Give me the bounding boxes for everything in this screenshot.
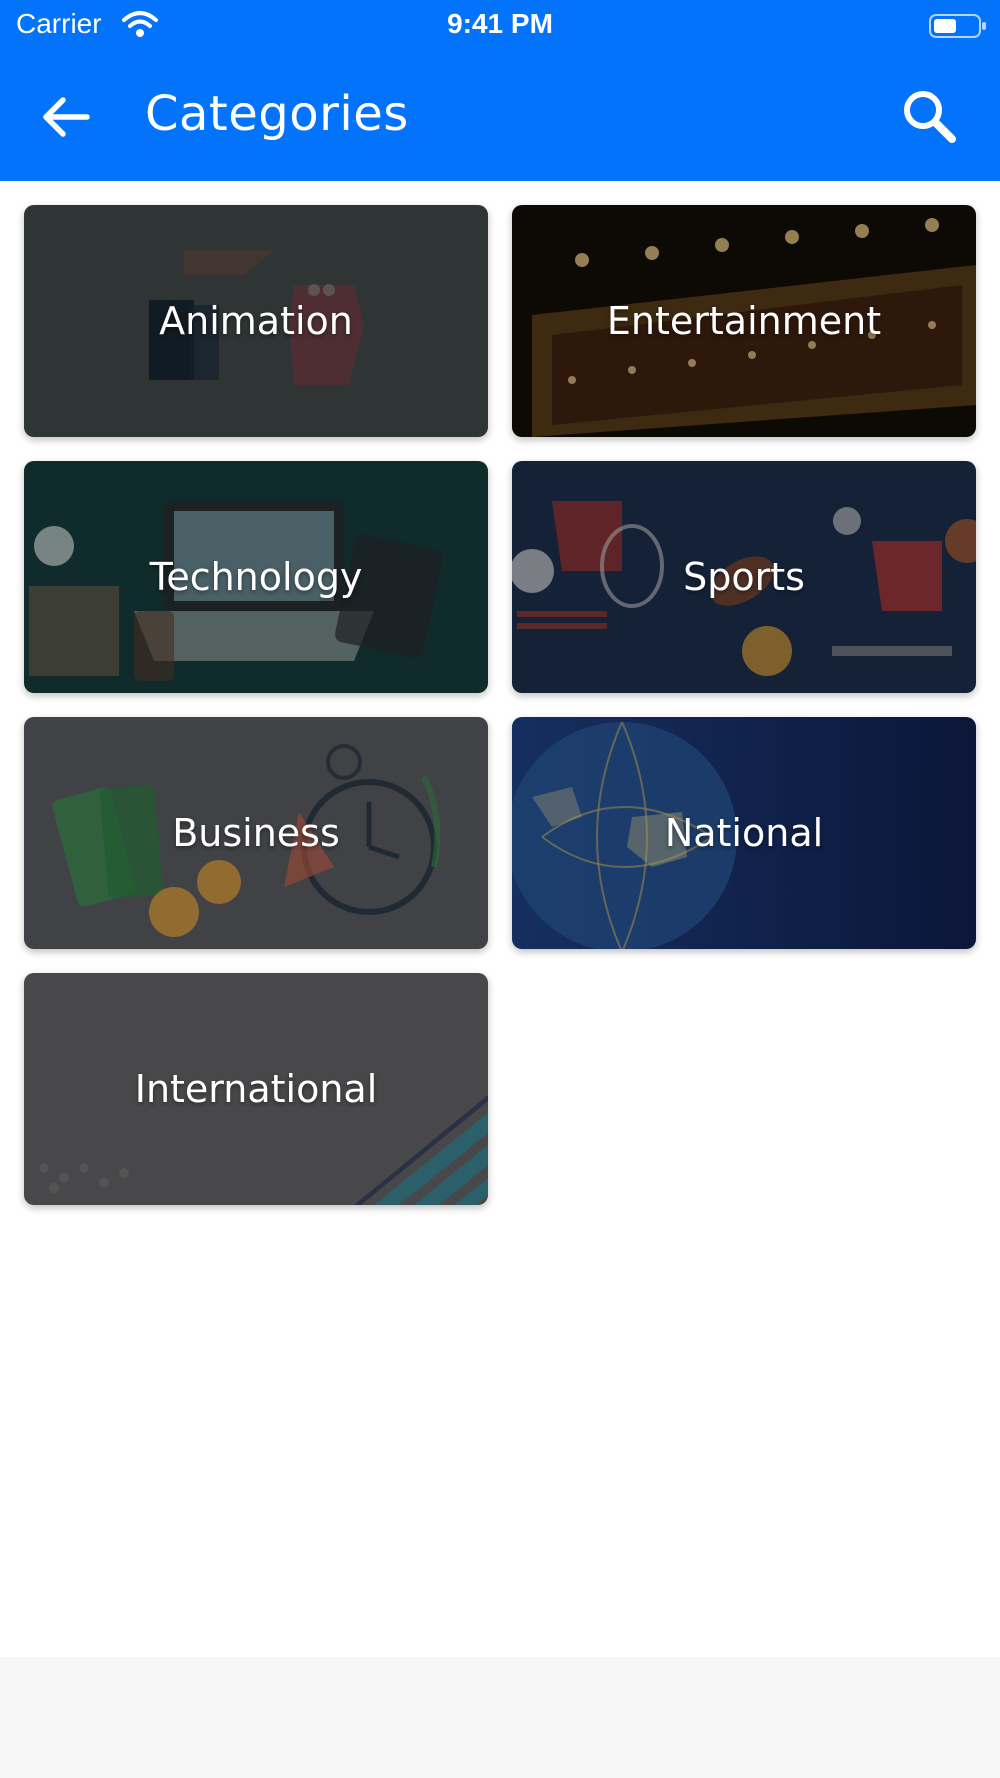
category-label: Sports (683, 555, 805, 599)
battery-icon (929, 14, 986, 38)
bottom-safe-area (0, 1657, 1000, 1778)
category-card-entertainment[interactable]: Entertainment (512, 205, 976, 437)
app-bar: Categories (0, 72, 1000, 162)
category-card-business[interactable]: Business (24, 717, 488, 949)
status-bar: Carrier 9:41 PM (0, 0, 1000, 50)
category-label: Business (172, 811, 340, 855)
status-time: 9:41 PM (447, 8, 553, 39)
category-card-national[interactable]: National (512, 717, 976, 949)
category-label: National (664, 811, 824, 855)
category-label: Animation (159, 299, 353, 343)
category-card-international[interactable]: International (24, 973, 488, 1205)
category-card-animation[interactable]: Animation (24, 205, 488, 437)
category-label: Entertainment (606, 299, 882, 343)
arrow-left-icon (43, 97, 90, 137)
category-label: International (134, 1067, 378, 1111)
category-card-technology[interactable]: Technology (24, 461, 488, 693)
back-button[interactable] (30, 82, 100, 152)
page-title: Categories (145, 86, 409, 142)
category-card-sports[interactable]: Sports (512, 461, 976, 693)
category-label: Technology (149, 555, 363, 599)
top-bar: Carrier 9:41 PM Categories (0, 0, 1000, 181)
search-icon (904, 91, 956, 143)
search-button[interactable] (895, 82, 965, 152)
